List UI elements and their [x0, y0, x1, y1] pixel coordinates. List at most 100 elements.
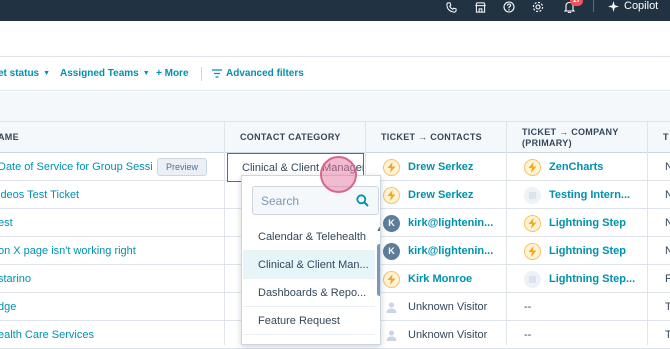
next-column-cell: N: [665, 161, 670, 173]
company-name: --: [524, 301, 532, 313]
ticket-name-link[interactable]: starino: [0, 273, 31, 285]
click-indicator: [320, 156, 357, 193]
ticket-name-cell: on X page isn't working right: [0, 237, 153, 265]
lightning-bolt-avatar-icon: [383, 270, 400, 288]
company-name[interactable]: Lightning Step...: [549, 273, 635, 285]
ticket-name-link[interactable]: dge: [0, 301, 16, 313]
ticket-company-cell: Lightning Step: [524, 237, 646, 265]
next-column-cell: T: [665, 301, 670, 313]
column-header-ticket-company[interactable]: TICKET → COMPANY (PRIMARY): [522, 122, 647, 153]
topbar-divider: [593, 0, 594, 12]
company-name[interactable]: Lightning Step: [549, 217, 626, 229]
ticket-name-cell: ideos Test Ticket: [0, 181, 153, 209]
contact-name[interactable]: kirk@lightenin...: [408, 217, 493, 229]
company-name[interactable]: Testing Intern...: [549, 189, 630, 201]
filter-divider: [201, 67, 202, 81]
settings-icon[interactable]: [530, 0, 546, 14]
table-toolbar-band: [0, 92, 670, 122]
ticket-name-cell: est: [0, 209, 153, 237]
notification-badge: 17: [570, 0, 583, 6]
dropdown-option[interactable]: [243, 335, 375, 344]
company-placeholder-avatar-icon: [524, 270, 541, 288]
next-column-cell: N: [665, 189, 670, 201]
dropdown-option[interactable]: Dashboards & Repo...: [243, 279, 375, 307]
contact-name[interactable]: kirk@lightenin...: [408, 245, 493, 257]
column-divider: [224, 122, 225, 345]
filter-label: Assigned Teams: [60, 68, 139, 79]
chevron-down-icon: ▼: [142, 70, 150, 77]
ticket-name-link[interactable]: on X page isn't working right: [0, 245, 136, 257]
assigned-teams-filter[interactable]: Assigned Teams ▼: [60, 68, 150, 79]
ticket-name-link[interactable]: ideos Test Ticket: [0, 189, 79, 201]
lightning-bolt-avatar-icon: [524, 242, 541, 260]
option-label: Dashboards & Repo...: [258, 286, 367, 299]
column-header-next[interactable]: T: [663, 122, 669, 153]
company-name[interactable]: Lightning Step: [549, 245, 626, 257]
dropdown-scrollbar[interactable]: [377, 244, 380, 296]
more-filters-button[interactable]: + More: [156, 68, 189, 79]
lightning-bolt-avatar-icon: [383, 186, 400, 204]
filter-label: Advanced filters: [226, 68, 304, 79]
ticket-name-link[interactable]: Date of Service for Group Sessi...: [0, 161, 153, 173]
ticket-name-link[interactable]: est: [0, 217, 13, 229]
page-header-area: [0, 21, 670, 57]
company-placeholder-avatar-icon: [524, 186, 541, 204]
search-icon[interactable]: [356, 194, 369, 207]
next-column-cell: P: [665, 273, 670, 285]
preview-button[interactable]: Preview: [157, 158, 207, 176]
option-label: Calendar & Telehealth: [258, 230, 367, 243]
column-divider: [506, 122, 507, 345]
company-name[interactable]: ZenCharts: [549, 161, 603, 173]
dropdown-option[interactable]: Calendar & Telehealth: [243, 223, 375, 251]
chevron-down-icon: ▼: [43, 70, 51, 77]
company-name: --: [524, 329, 532, 341]
lightning-bolt-avatar-icon: [524, 214, 541, 232]
ticket-contact-cell: Kkirk@lightenin...: [383, 237, 505, 265]
dropdown-search-input[interactable]: Search: [252, 186, 379, 215]
contact-name[interactable]: Drew Serkez: [408, 189, 473, 201]
phone-icon[interactable]: [443, 0, 459, 14]
help-icon[interactable]: [501, 0, 517, 14]
ticket-company-cell: --: [524, 293, 646, 321]
dropdown-option-selected[interactable]: Clinical & Client Man...: [243, 251, 375, 279]
contact-initial-avatar: K: [383, 214, 400, 232]
copilot-button[interactable]: Copilot: [608, 0, 658, 12]
top-nav-bar: 17 Copilot: [0, 0, 670, 21]
copilot-label: Copilot: [624, 0, 659, 12]
column-header-name[interactable]: AME: [0, 122, 19, 153]
next-column-cell: N: [665, 217, 670, 229]
lightning-bolt-avatar-icon: [524, 158, 541, 176]
ticket-company-cell: Testing Intern...: [524, 181, 646, 209]
option-label: Feature Request: [258, 314, 340, 327]
marketplace-icon[interactable]: [472, 0, 488, 14]
advanced-filters-button[interactable]: Advanced filters: [212, 68, 304, 79]
ticket-contact-cell: Drew Serkez: [383, 153, 505, 181]
contact-name[interactable]: Drew Serkez: [408, 161, 473, 173]
ticket-contact-cell: Drew Serkez: [383, 181, 505, 209]
ticket-name-cell: Date of Service for Group Sessi...: [0, 153, 153, 181]
contact-name: Unknown Visitor: [408, 329, 488, 341]
ticket-name-cell: starino: [0, 265, 153, 293]
column-header-contact-category[interactable]: CONTACT CATEGORY: [240, 122, 341, 153]
column-divider: [647, 122, 648, 345]
option-label: Clinical & Client Man...: [258, 258, 369, 271]
column-header-ticket-contacts[interactable]: TICKET → CONTACTS: [381, 122, 482, 153]
ticket-name-cell: dge: [0, 293, 153, 321]
dropdown-option[interactable]: Feature Request: [243, 307, 375, 335]
contact-name[interactable]: Kirk Monroe: [408, 273, 472, 285]
filter-label: + More: [156, 68, 189, 79]
next-column-cell: N: [665, 245, 670, 257]
person-avatar-icon: [383, 327, 400, 344]
search-placeholder: Search: [261, 193, 300, 208]
sparkle-icon: [608, 0, 619, 12]
ticket-company-cell: ZenCharts: [524, 153, 646, 181]
filter-bar: et status ▼ Assigned Teams ▼ + More Adva…: [0, 57, 670, 91]
ticket-status-filter[interactable]: et status ▼: [0, 68, 50, 79]
ticket-contact-cell: Kirk Monroe: [383, 265, 505, 293]
scroll-up-arrow-icon[interactable]: ▲: [376, 226, 380, 233]
filter-label: et status: [0, 68, 40, 79]
filter-lines-icon: [212, 69, 222, 78]
category-dropdown: Search Calendar & Telehealth Clinical & …: [241, 175, 381, 345]
ticket-name-link[interactable]: ealth Care Services: [0, 329, 94, 341]
ticket-contact-cell: Kkirk@lightenin...: [383, 209, 505, 237]
